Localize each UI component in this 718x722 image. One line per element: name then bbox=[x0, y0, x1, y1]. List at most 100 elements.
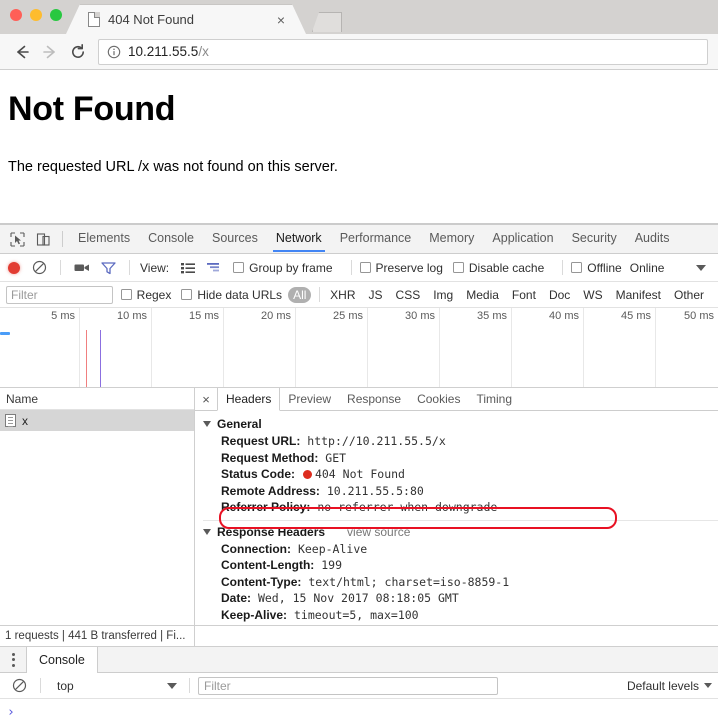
type-filter-doc[interactable]: Doc bbox=[544, 287, 575, 303]
more-vertical-icon[interactable] bbox=[0, 647, 26, 672]
timeline-tick-label: 35 ms bbox=[477, 310, 507, 322]
timeline-tick-label: 40 ms bbox=[549, 310, 579, 322]
triangle-down-icon[interactable] bbox=[203, 421, 211, 427]
disable-cache-label: Disable cache bbox=[468, 260, 545, 275]
network-status-bar: 1 requests | 441 B transferred | Fi... bbox=[0, 625, 718, 647]
tab-memory[interactable]: Memory bbox=[420, 226, 483, 252]
header-value: 199 bbox=[321, 558, 343, 572]
maximize-window-button[interactable] bbox=[50, 9, 62, 21]
divider bbox=[203, 519, 718, 521]
camera-icon[interactable] bbox=[69, 255, 95, 281]
inspect-cursor-icon[interactable] bbox=[4, 226, 30, 252]
back-arrow-icon[interactable] bbox=[8, 38, 36, 66]
chevron-down-icon[interactable] bbox=[696, 264, 706, 271]
new-tab-button[interactable] bbox=[312, 12, 342, 32]
column-header-name[interactable]: Name bbox=[0, 388, 194, 410]
tab-timing[interactable]: Timing bbox=[468, 388, 520, 410]
network-overview-timeline[interactable]: 5 ms 10 ms 15 ms 20 ms 25 ms 30 ms 35 ms… bbox=[0, 308, 718, 388]
header-name: Request URL: bbox=[221, 434, 301, 448]
chevron-down-icon[interactable] bbox=[704, 683, 712, 688]
offline-checkbox[interactable]: Offline bbox=[571, 261, 622, 275]
checkbox[interactable] bbox=[120, 289, 132, 300]
divider bbox=[562, 260, 564, 275]
type-filter-manifest[interactable]: Manifest bbox=[611, 287, 666, 303]
reload-icon[interactable] bbox=[64, 38, 92, 66]
console-context-value: top bbox=[57, 678, 74, 693]
request-name: x bbox=[22, 413, 28, 428]
tab-sources[interactable]: Sources bbox=[203, 226, 267, 252]
hide-data-urls-checkbox[interactable]: Hide data URLs bbox=[181, 288, 282, 302]
list-view-icon[interactable] bbox=[175, 255, 201, 281]
section-response-headers[interactable]: Response Headers view source bbox=[195, 523, 718, 541]
disable-cache-checkbox[interactable]: Disable cache bbox=[452, 260, 545, 275]
type-filter-img[interactable]: Img bbox=[428, 287, 458, 303]
console-levels-select[interactable]: Default levels bbox=[627, 679, 712, 693]
header-name: Content-Type: bbox=[221, 574, 302, 589]
tab-security[interactable]: Security bbox=[563, 226, 626, 252]
close-icon[interactable]: × bbox=[195, 388, 217, 410]
type-filter-css[interactable]: CSS bbox=[391, 287, 426, 303]
browser-tab[interactable]: 404 Not Found × bbox=[66, 4, 306, 34]
type-filter-ws[interactable]: WS bbox=[578, 287, 607, 303]
filter-input[interactable]: Filter bbox=[6, 285, 113, 304]
timeline-tick-label: 25 ms bbox=[333, 310, 363, 322]
funnel-icon[interactable] bbox=[95, 255, 121, 281]
tab-cookies[interactable]: Cookies bbox=[409, 388, 468, 410]
header-value: http://10.211.55.5/x bbox=[307, 434, 446, 448]
header-value: 404 Not Found bbox=[314, 467, 405, 481]
page-body-text: The requested URL /x was not found on th… bbox=[8, 159, 338, 175]
tab-elements[interactable]: Elements bbox=[69, 226, 139, 252]
console-context-select[interactable]: top bbox=[51, 679, 181, 693]
section-title: Response Headers bbox=[217, 524, 326, 539]
checkbox[interactable] bbox=[571, 262, 583, 273]
checkbox[interactable] bbox=[359, 262, 371, 273]
tab-performance[interactable]: Performance bbox=[331, 226, 421, 252]
triangle-down-icon[interactable] bbox=[203, 528, 211, 535]
view-source-link[interactable]: view source bbox=[347, 525, 410, 539]
header-row: Referrer Policy: no-referrer-when-downgr… bbox=[195, 499, 718, 516]
console-filter-input[interactable]: Filter bbox=[198, 676, 498, 695]
tab-console[interactable]: Console bbox=[139, 226, 203, 252]
close-window-button[interactable] bbox=[10, 9, 22, 21]
devtools-tab-bar: Elements Console Sources Network Perform… bbox=[0, 225, 718, 254]
minimize-window-button[interactable] bbox=[30, 9, 42, 21]
divider bbox=[350, 260, 352, 275]
drawer-tab-console[interactable]: Console bbox=[26, 647, 98, 673]
clear-prohibited-icon[interactable] bbox=[6, 673, 32, 699]
type-filter-other[interactable]: Other bbox=[669, 287, 709, 303]
checkbox[interactable] bbox=[452, 262, 464, 273]
tab-application[interactable]: Application bbox=[483, 226, 562, 252]
tab-response[interactable]: Response bbox=[339, 388, 409, 410]
type-filter-all[interactable]: All bbox=[288, 286, 312, 303]
record-dot-icon[interactable] bbox=[8, 261, 20, 274]
type-filter-font[interactable]: Font bbox=[507, 287, 541, 303]
tab-headers[interactable]: Headers bbox=[217, 388, 281, 411]
regex-checkbox[interactable]: Regex bbox=[120, 288, 171, 302]
checkbox[interactable] bbox=[181, 289, 193, 300]
tab-audits[interactable]: Audits bbox=[626, 226, 679, 252]
divider bbox=[62, 231, 63, 247]
console-output[interactable]: › bbox=[0, 699, 718, 722]
throttling-value[interactable]: Online bbox=[630, 261, 665, 275]
console-prompt-icon: › bbox=[7, 705, 15, 720]
info-circle-icon[interactable] bbox=[107, 45, 121, 59]
chevron-down-icon[interactable] bbox=[167, 682, 177, 689]
address-bar[interactable]: 10.211.55.5/x bbox=[98, 38, 708, 65]
group-by-frame-checkbox[interactable]: Group by frame bbox=[233, 261, 333, 275]
section-general[interactable]: General bbox=[195, 415, 718, 433]
tab-network[interactable]: Network bbox=[267, 226, 331, 252]
device-toggle-icon[interactable] bbox=[30, 226, 56, 252]
tab-preview[interactable]: Preview bbox=[280, 388, 339, 410]
checkbox[interactable] bbox=[233, 262, 245, 273]
waterfall-view-icon[interactable] bbox=[201, 255, 227, 281]
url-host: 10.211.55.5 bbox=[128, 44, 199, 59]
header-row: Keep-Alive: timeout=5, max=100 bbox=[195, 607, 718, 624]
clear-prohibited-icon[interactable] bbox=[26, 255, 52, 281]
type-filter-media[interactable]: Media bbox=[461, 287, 504, 303]
table-row[interactable]: x bbox=[0, 410, 194, 431]
preserve-log-checkbox[interactable]: Preserve log bbox=[359, 261, 443, 275]
close-icon[interactable]: × bbox=[272, 13, 290, 27]
header-row: Status Code: 404 Not Found bbox=[195, 466, 718, 483]
type-filter-xhr[interactable]: XHR bbox=[325, 287, 360, 303]
type-filter-js[interactable]: JS bbox=[364, 287, 388, 303]
